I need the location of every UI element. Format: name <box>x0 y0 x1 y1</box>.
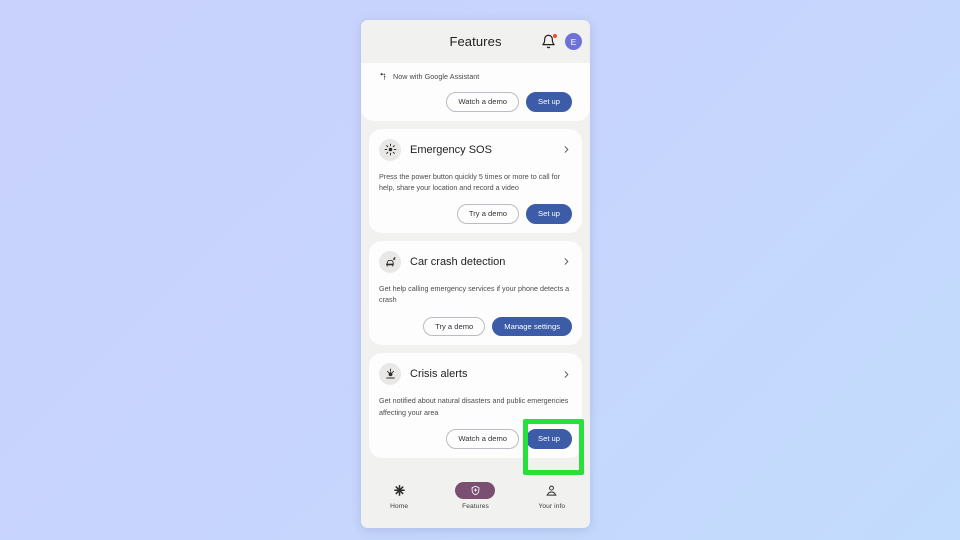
nav-item-features[interactable]: Features <box>437 482 513 510</box>
card-button-row: Watch a demo Set up <box>379 429 572 449</box>
try-a-demo-button[interactable]: Try a demo <box>423 316 486 337</box>
card-crisis-alerts[interactable]: Crisis alerts Get notified about natural… <box>369 353 582 458</box>
person-icon <box>546 485 557 496</box>
chevron-right-icon[interactable] <box>561 369 572 380</box>
card-title: Emergency SOS <box>410 143 492 156</box>
emergency-sos-icon <box>379 138 401 161</box>
crisis-alert-icon <box>379 363 401 386</box>
nav-item-your-info[interactable]: Your info <box>514 482 590 510</box>
notifications-button[interactable] <box>541 34 557 49</box>
nav-pill <box>379 482 419 499</box>
card-header: Emergency SOS <box>379 138 572 161</box>
card-emergency-sos[interactable]: Emergency SOS Press the power button qui… <box>369 128 582 233</box>
assistant-sparkle-icon <box>380 73 386 80</box>
nav-pill-active <box>455 482 496 499</box>
watch-a-demo-button[interactable]: Watch a demo <box>446 429 520 449</box>
chevron-right-icon[interactable] <box>561 144 572 155</box>
card-car-crash-detection[interactable]: Car crash detection Get help calling eme… <box>369 240 582 346</box>
card-description: Get notified about natural disasters and… <box>379 396 569 417</box>
promo-row: Now with Google Assistant <box>379 72 572 81</box>
try-a-demo-button[interactable]: Try a demo <box>456 204 520 224</box>
notification-badge <box>553 34 557 38</box>
app-bar-actions: E <box>541 33 582 50</box>
set-up-button[interactable]: Set up <box>526 429 572 449</box>
bottom-navigation: Home Features Your info <box>361 476 590 528</box>
card-header: Car crash detection <box>379 250 572 273</box>
watch-a-demo-button[interactable]: Watch a demo <box>446 92 520 112</box>
phone-screen: Features E Now with Google Assistant Wat… <box>361 20 590 528</box>
card-description: Press the power button quickly 5 times o… <box>379 171 560 192</box>
card-title: Crisis alerts <box>410 368 468 381</box>
set-up-button[interactable]: Set up <box>526 204 572 224</box>
promo-button-row: Watch a demo Set up <box>379 92 572 112</box>
chevron-right-icon[interactable] <box>561 256 572 267</box>
features-list: Now with Google Assistant Watch a demo S… <box>361 63 590 476</box>
card-button-row: Try a demo Set up <box>379 204 572 224</box>
card-button-row: Try a demo Manage settings <box>379 316 572 337</box>
nav-label: Your info <box>538 503 566 510</box>
manage-settings-button[interactable]: Manage settings <box>492 316 572 337</box>
card-title: Car crash detection <box>410 255 506 268</box>
car-crash-icon <box>379 250 401 273</box>
avatar[interactable]: E <box>565 33 582 50</box>
shield-icon <box>471 485 480 496</box>
promo-text: Now with Google Assistant <box>393 72 480 81</box>
card-header: Crisis alerts <box>379 363 572 386</box>
nav-label: Home <box>390 503 409 510</box>
card-description: Get help calling emergency services if y… <box>379 283 570 305</box>
nav-item-home[interactable]: Home <box>361 482 437 510</box>
nav-pill <box>532 482 572 499</box>
promo-card: Now with Google Assistant Watch a demo S… <box>361 63 590 121</box>
app-bar: Features E <box>361 20 590 63</box>
asterisk-icon <box>393 485 405 496</box>
nav-label: Features <box>462 503 489 510</box>
set-up-button[interactable]: Set up <box>526 92 572 112</box>
